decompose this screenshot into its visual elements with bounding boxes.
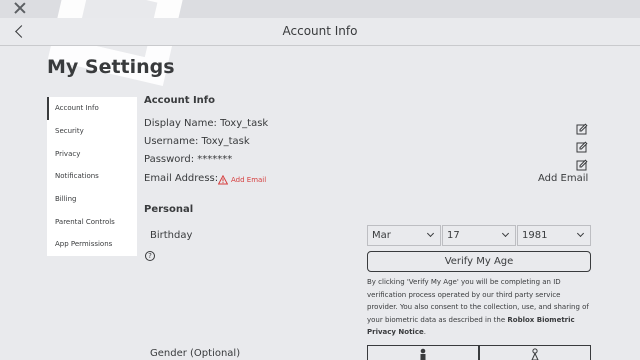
sidebar-item-parental-controls[interactable]: Parental Controls <box>47 210 137 233</box>
display-name-text: Display Name: Toxy_task <box>144 118 269 129</box>
chevron-down-icon <box>426 229 435 238</box>
page-header: Account Info <box>0 18 640 46</box>
sidebar-item-security[interactable]: Security <box>47 120 137 143</box>
sidebar-item-app-permissions[interactable]: App Permissions <box>47 233 137 256</box>
warning-icon <box>218 175 228 185</box>
sidebar-item-account-info[interactable]: Account Info <box>47 97 137 120</box>
chevron-down-icon <box>576 229 585 238</box>
help-icon[interactable]: ? <box>145 251 155 261</box>
disclaimer-end: . <box>423 328 426 337</box>
birth-day-select[interactable]: 17 <box>442 225 516 246</box>
birth-day-value: 17 <box>447 230 460 241</box>
close-icon[interactable] <box>13 1 27 15</box>
email-warning: Add Email <box>218 175 266 185</box>
biometric-disclaimer: By clicking 'Verify My Age' you will be … <box>367 276 593 339</box>
birth-year-select[interactable]: 1981 <box>517 225 591 246</box>
chevron-down-icon <box>501 229 510 238</box>
birth-month-select[interactable]: Mar <box>367 225 441 246</box>
birth-year-value: 1981 <box>522 230 548 241</box>
edit-password-icon[interactable] <box>576 156 588 171</box>
female-icon <box>531 348 539 360</box>
page-title: My Settings <box>47 56 175 78</box>
sidebar-item-notifications[interactable]: Notifications <box>47 165 137 188</box>
sidebar-item-billing[interactable]: Billing <box>47 188 137 211</box>
email-warning-text: Add Email <box>231 176 267 184</box>
birth-month-value: Mar <box>372 230 391 241</box>
personal-heading: Personal <box>144 204 194 215</box>
gender-female-option[interactable] <box>479 345 591 360</box>
add-email-button[interactable]: Add Email <box>538 173 588 184</box>
header-title: Account Info <box>282 24 358 38</box>
birthday-label: Birthday <box>150 230 193 241</box>
verify-age-button[interactable]: Verify My Age <box>367 251 591 272</box>
male-icon <box>420 348 426 360</box>
gender-label: Gender (Optional) <box>150 348 241 359</box>
sidebar-item-privacy[interactable]: Privacy <box>47 142 137 165</box>
password-text: Password: ******* <box>144 154 233 165</box>
username-text: Username: Toxy_task <box>144 136 250 147</box>
edit-username-icon[interactable] <box>576 138 588 153</box>
email-address-label: Email Address: <box>144 173 219 184</box>
account-info-heading: Account Info <box>144 95 216 106</box>
settings-sidebar: Account Info Security Privacy Notificati… <box>47 97 137 256</box>
edit-display-name-icon[interactable] <box>576 120 588 135</box>
gender-male-option[interactable] <box>367 345 479 360</box>
